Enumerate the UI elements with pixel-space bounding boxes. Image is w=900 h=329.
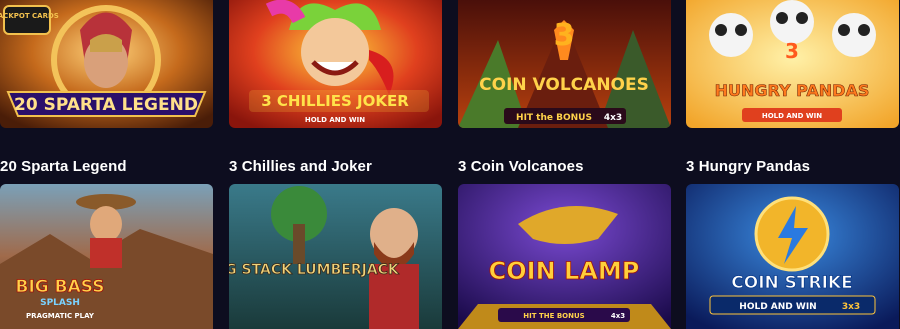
provider-label: PRAGMATIC PLAY xyxy=(26,312,95,320)
game-artwork: BIG BASS SPLASH PRAGMATIC PLAY xyxy=(0,184,213,329)
game-logo-badge: 4x3 xyxy=(604,113,622,123)
game-title[interactable]: 3 Coin Volcanoes xyxy=(458,158,584,175)
game-logo-subtitle: HIT THE BONUS xyxy=(523,312,584,320)
game-title[interactable]: 20 Sparta Legend xyxy=(0,158,127,175)
game-title[interactable]: 3 Chillies and Joker xyxy=(229,158,372,175)
game-logo-number: 3 xyxy=(554,18,575,53)
game-logo-text: 3 CHILLIES JOKER xyxy=(261,92,409,110)
game-logo-badge: 3x3 xyxy=(842,302,860,312)
game-thumbnail[interactable]: COIN LAMP HIT THE BONUS 4x3 xyxy=(458,184,671,329)
game-grid: JACKPOT CARDS 20 SPARTA LEGEND 20 Sparta… xyxy=(0,0,900,329)
game-logo-text: 20 SPARTA LEGEND xyxy=(14,95,198,115)
game-logo-text: BIG BASS xyxy=(16,277,105,297)
game-logo-subtitle: HOLD AND WIN xyxy=(739,302,816,312)
game-title[interactable]: 3 Hungry Pandas xyxy=(686,158,810,175)
game-thumbnail[interactable]: 3 COIN VOLCANOES HIT the BONUS 4x3 xyxy=(458,0,671,128)
game-artwork: 3 HUNGRY PANDAS HOLD AND WIN xyxy=(686,0,899,128)
game-artwork: COIN STRIKE HOLD AND WIN 3x3 xyxy=(686,184,899,329)
game-logo-text: BIG STACK LUMBERJACK xyxy=(229,262,400,278)
game-logo-subtitle: HOLD AND WIN xyxy=(305,116,365,124)
game-artwork: JACKPOT CARDS 20 SPARTA LEGEND xyxy=(0,0,213,128)
game-artwork: 3 CHILLIES JOKER HOLD AND WIN xyxy=(229,0,442,128)
game-artwork: COIN LAMP HIT THE BONUS 4x3 xyxy=(458,184,671,329)
game-logo-text: COIN STRIKE xyxy=(731,273,852,293)
game-thumbnail[interactable]: COIN STRIKE HOLD AND WIN 3x3 xyxy=(686,184,899,329)
game-thumbnail[interactable]: BIG BASS SPLASH PRAGMATIC PLAY xyxy=(0,184,213,329)
game-logo-subtitle: SPLASH xyxy=(40,298,80,308)
badge-line1: JACKPOT CARDS xyxy=(0,12,59,20)
game-thumbnail[interactable]: JACKPOT CARDS 20 SPARTA LEGEND xyxy=(0,0,213,128)
game-thumbnail[interactable]: 3 HUNGRY PANDAS HOLD AND WIN xyxy=(686,0,899,128)
game-logo-text: COIN LAMP xyxy=(489,257,640,285)
game-thumbnail[interactable]: 3 CHILLIES JOKER HOLD AND WIN xyxy=(229,0,442,128)
game-logo-text: HUNGRY PANDAS xyxy=(715,81,870,100)
game-logo-number: 3 xyxy=(785,39,799,63)
game-artwork: 3 COIN VOLCANOES HIT the BONUS 4x3 xyxy=(458,0,671,128)
game-logo-subtitle: HOLD AND WIN xyxy=(762,112,822,120)
game-logo-subtitle: HIT the BONUS xyxy=(516,113,592,123)
game-logo-text: COIN VOLCANOES xyxy=(479,75,649,95)
game-artwork: BIG STACK LUMBERJACK xyxy=(229,184,442,329)
game-logo-badge: 4x3 xyxy=(611,312,625,320)
game-thumbnail[interactable]: BIG STACK LUMBERJACK xyxy=(229,184,442,329)
